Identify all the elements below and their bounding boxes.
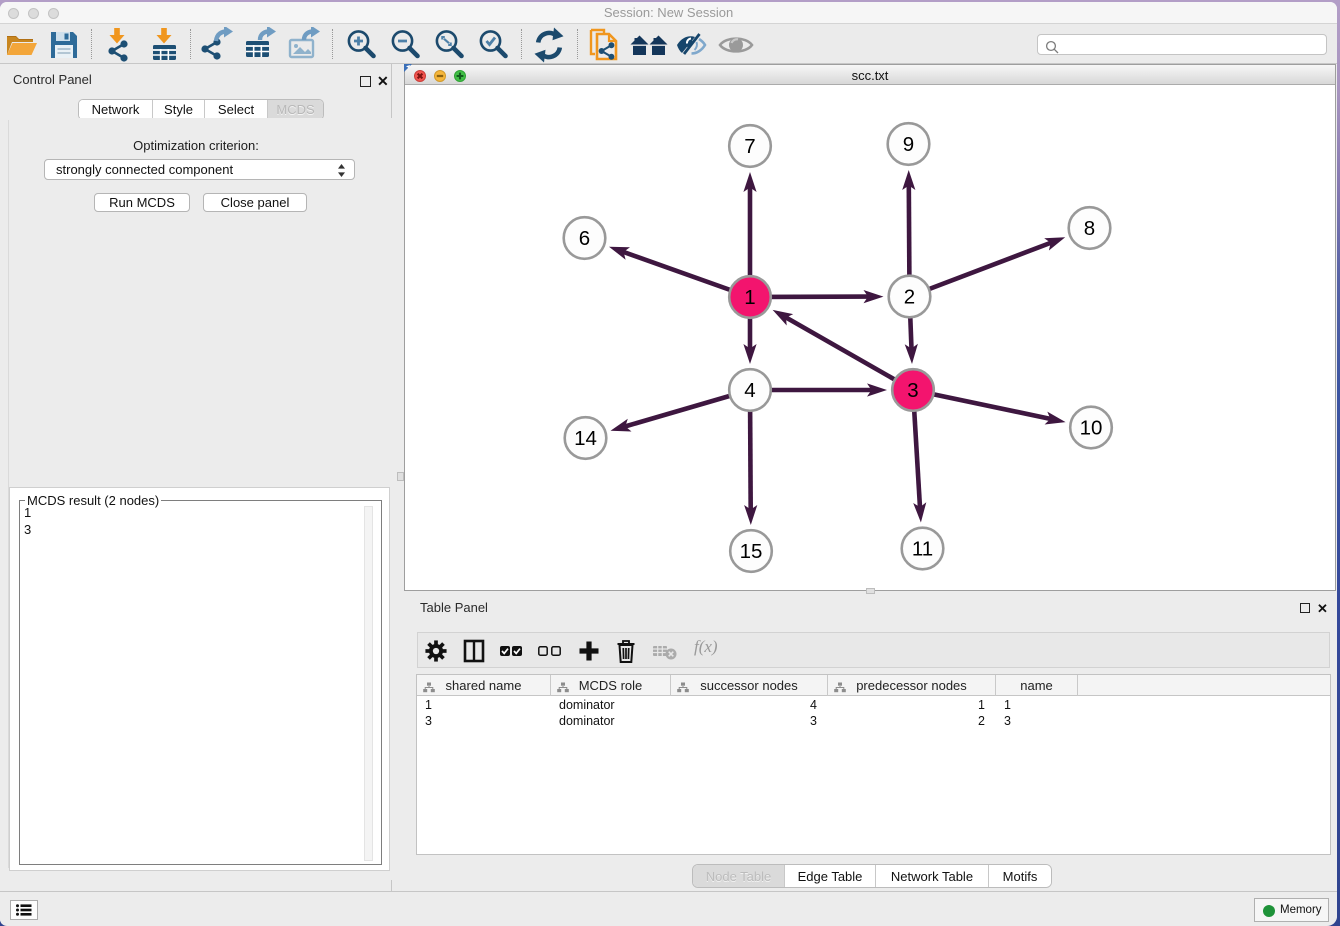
svg-text:10: 10	[1080, 417, 1103, 440]
svg-text:15: 15	[740, 540, 763, 563]
svg-text:7: 7	[744, 135, 755, 158]
svg-text:6: 6	[579, 227, 590, 250]
svg-text:4: 4	[744, 379, 755, 402]
svg-text:1: 1	[744, 286, 755, 309]
svg-text:3: 3	[907, 379, 918, 402]
svg-text:14: 14	[574, 427, 597, 450]
svg-text:2: 2	[904, 286, 915, 309]
svg-text:8: 8	[1084, 217, 1095, 240]
svg-text:9: 9	[903, 133, 914, 156]
svg-text:11: 11	[912, 538, 933, 561]
